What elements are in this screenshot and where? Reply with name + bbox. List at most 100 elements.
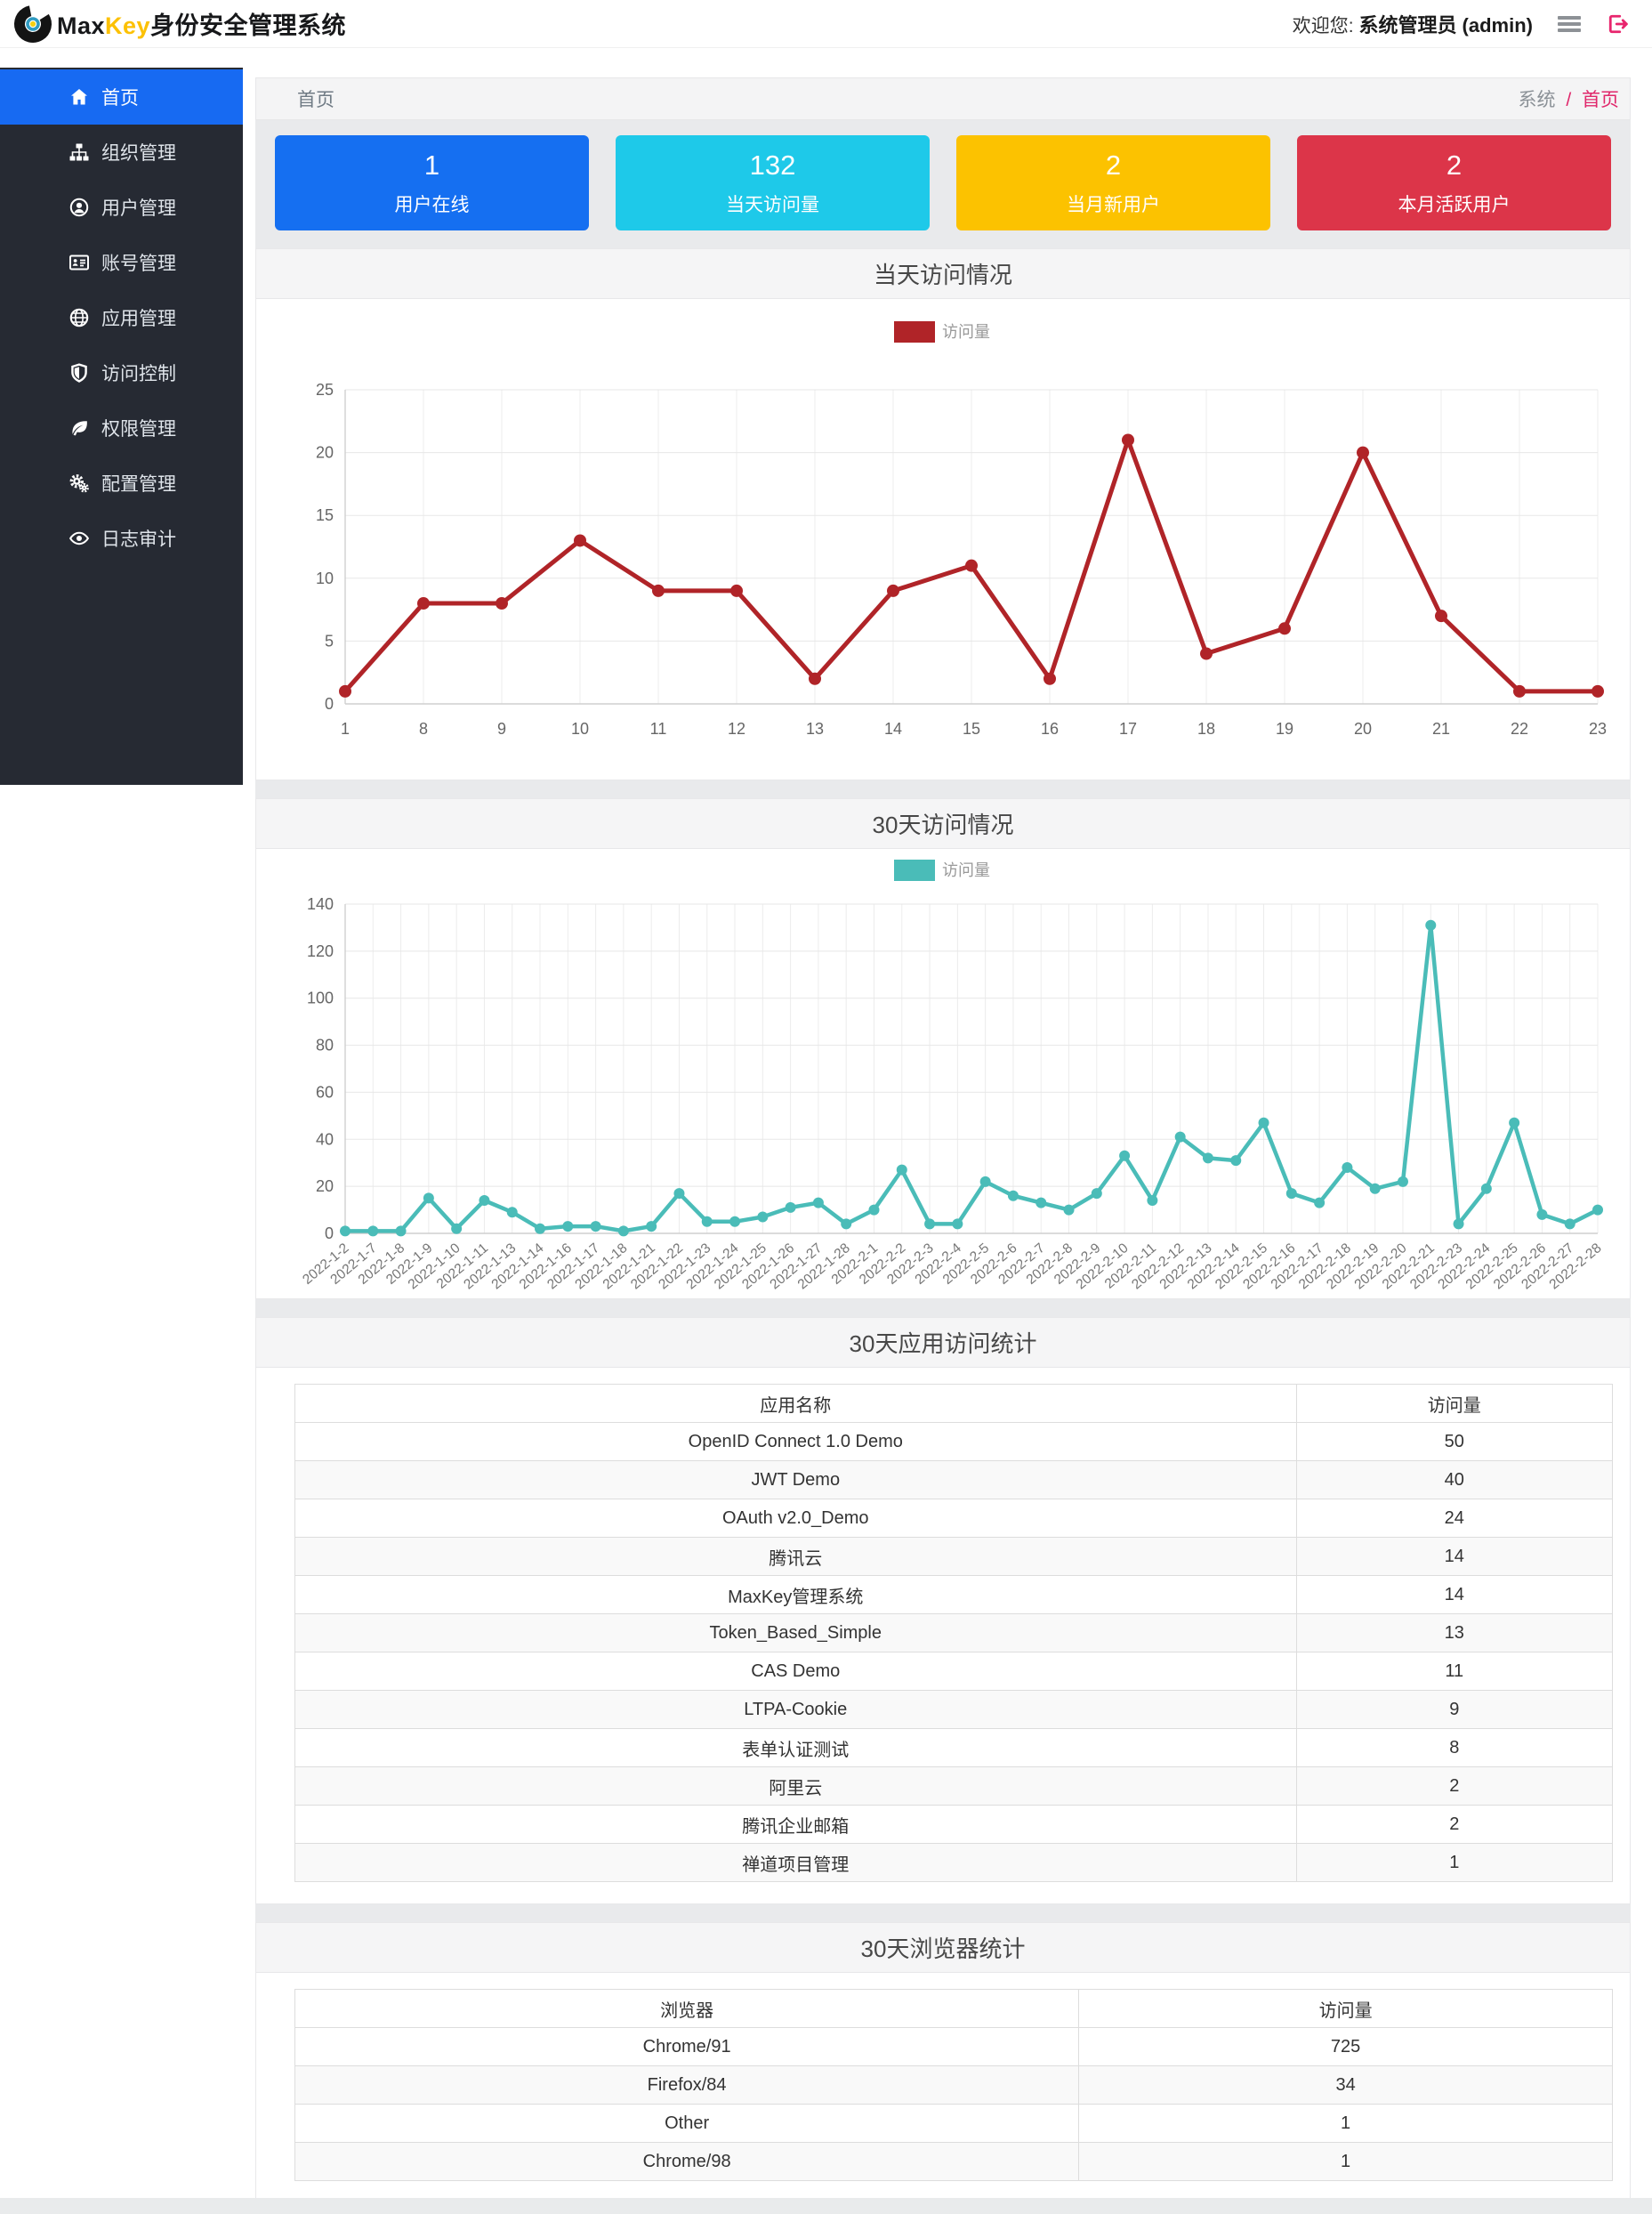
table-cell: 腾讯企业邮箱	[295, 1806, 1297, 1844]
table-cell: 9	[1296, 1691, 1612, 1729]
panel-browser-stats: 30天浏览器统计 浏览器访问量Chrome/91725Firefox/8434O…	[255, 1922, 1631, 2203]
sidebar-item-app[interactable]: 应用管理	[0, 290, 243, 345]
svg-text:22: 22	[1511, 720, 1528, 738]
svg-text:18: 18	[1197, 720, 1215, 738]
sitemap-icon	[68, 141, 91, 164]
table-cell: 阿里云	[295, 1767, 1297, 1806]
svg-text:13: 13	[806, 720, 824, 738]
sidebar-item-user[interactable]: 用户管理	[0, 180, 243, 235]
stat-card-1: 132当天访问量	[616, 135, 930, 230]
svg-text:100: 100	[307, 990, 334, 1007]
main-content: 首页 系统 / 首页 1用户在线132当天访问量2当月新用户2本月活跃用户 当天…	[255, 77, 1631, 2207]
svg-text:140: 140	[307, 895, 334, 913]
svg-text:120: 120	[307, 942, 334, 960]
page-title: 首页	[297, 85, 334, 112]
svg-text:19: 19	[1276, 720, 1293, 738]
stat-card-value: 1	[275, 149, 589, 182]
panel-title: 当天访问情况	[874, 257, 1012, 290]
svg-text:60: 60	[316, 1083, 334, 1101]
table-row: Chrome/91725	[295, 2028, 1613, 2066]
table-cell: LTPA-Cookie	[295, 1691, 1297, 1729]
breadcrumb-parent-link[interactable]: 系统	[1518, 90, 1555, 110]
svg-text:14: 14	[884, 720, 902, 738]
svg-text:25: 25	[316, 381, 334, 399]
gears-icon	[68, 472, 91, 495]
sidebar-item-label: 账号管理	[101, 249, 176, 276]
table-cell: CAS Demo	[295, 1652, 1297, 1691]
sidebar-item-account[interactable]: 账号管理	[0, 235, 243, 290]
table-header-cell: 访问量	[1296, 1385, 1612, 1423]
panel-today-visits: 当天访问情况 051015202518910111213141516171819…	[255, 248, 1631, 780]
sidebar-item-access[interactable]: 访问控制	[0, 345, 243, 400]
breadcrumb: 首页 系统 / 首页	[255, 77, 1631, 120]
stat-card-2: 2当月新用户	[956, 135, 1270, 230]
home-icon	[68, 85, 91, 109]
svg-text:17: 17	[1119, 720, 1137, 738]
welcome-text: 欢迎您: 系统管理员 (admin)	[1293, 10, 1533, 38]
menu-toggle-icon[interactable]	[1556, 12, 1583, 36]
today-visits-line-chart: 0510152025189101112131415161718192021222…	[270, 302, 1616, 776]
sidebar-item-label: 组织管理	[101, 139, 176, 166]
sidebar-item-label: 配置管理	[101, 470, 176, 497]
table-header-row: 应用名称访问量	[295, 1385, 1613, 1423]
sidebar-item-org[interactable]: 组织管理	[0, 125, 243, 180]
table-cell: 725	[1079, 2028, 1613, 2066]
table-cell: 8	[1296, 1729, 1612, 1767]
sidebar-item-label: 用户管理	[101, 194, 176, 221]
panel-title: 30天应用访问统计	[850, 1326, 1037, 1359]
table-cell: 禅道项目管理	[295, 1844, 1297, 1882]
table-header-cell: 访问量	[1079, 1990, 1613, 2028]
sidebar-item-label: 应用管理	[101, 304, 176, 331]
stat-card-label: 用户在线	[275, 190, 589, 217]
thirty-day-visits-line-chart: 0204060801001201402022-1-22022-1-72022-1…	[270, 852, 1616, 1295]
svg-text:10: 10	[571, 720, 589, 738]
breadcrumb-current-link[interactable]: 首页	[1582, 90, 1619, 110]
browser-visits-table: 浏览器访问量Chrome/91725Firefox/8434Other1Chro…	[294, 1989, 1613, 2181]
table-cell: 2	[1296, 1806, 1612, 1844]
sidebar-item-home[interactable]: 首页	[0, 69, 243, 125]
panel-header: 30天访问情况	[256, 799, 1630, 849]
table-row: CAS Demo11	[295, 1652, 1613, 1691]
panel-app-stats: 30天应用访问统计 应用名称访问量OpenID Connect 1.0 Demo…	[255, 1317, 1631, 1904]
table-row: MaxKey管理系统14	[295, 1576, 1613, 1614]
chart-legend: 访问量	[894, 321, 990, 343]
table-header-row: 浏览器访问量	[295, 1990, 1613, 2028]
table-cell: 1	[1296, 1844, 1612, 1882]
panel-header: 当天访问情况	[256, 249, 1630, 299]
eye-icon	[68, 527, 91, 550]
table-row: Other1	[295, 2105, 1613, 2143]
sidebar-item-audit[interactable]: 日志审计	[0, 511, 243, 566]
table-cell: Chrome/91	[295, 2028, 1079, 2066]
table-cell: 表单认证测试	[295, 1729, 1297, 1767]
table-cell: 14	[1296, 1538, 1612, 1576]
table-cell: 40	[1296, 1461, 1612, 1499]
table-cell: 腾讯云	[295, 1538, 1297, 1576]
table-cell: 2	[1296, 1767, 1612, 1806]
id-card-icon	[68, 251, 91, 274]
sidebar-item-label: 首页	[101, 84, 139, 110]
stat-card-label: 本月活跃用户	[1297, 190, 1611, 217]
shield-icon	[68, 361, 91, 384]
sidebar-item-config[interactable]: 配置管理	[0, 456, 243, 511]
svg-text:11: 11	[650, 720, 667, 738]
footer-strip	[0, 2198, 1652, 2214]
stat-card-label: 当月新用户	[956, 190, 1270, 217]
table-row: 禅道项目管理1	[295, 1844, 1613, 1882]
sidebar-item-perm[interactable]: 权限管理	[0, 400, 243, 456]
table-cell: MaxKey管理系统	[295, 1576, 1297, 1614]
svg-text:20: 20	[1354, 720, 1372, 738]
svg-text:访问量: 访问量	[942, 861, 990, 879]
table-cell: 1	[1079, 2105, 1613, 2143]
table-header-cell: 应用名称	[295, 1385, 1297, 1423]
stat-card-0: 1 用户在线	[275, 135, 589, 230]
table-row: 表单认证测试8	[295, 1729, 1613, 1767]
table-row: 腾讯云14	[295, 1538, 1613, 1576]
table-row: 阿里云2	[295, 1767, 1613, 1806]
svg-text:9: 9	[497, 720, 506, 738]
svg-text:12: 12	[728, 720, 745, 738]
svg-text:40: 40	[316, 1130, 334, 1148]
maxkey-logo[interactable]: MaxKey身份安全管理系统	[12, 4, 346, 44]
app-title: MaxKey身份安全管理系统	[57, 6, 346, 41]
stat-cards-row: 1用户在线132当天访问量2当月新用户2本月活跃用户	[255, 135, 1631, 230]
logout-icon[interactable]	[1606, 12, 1631, 36]
